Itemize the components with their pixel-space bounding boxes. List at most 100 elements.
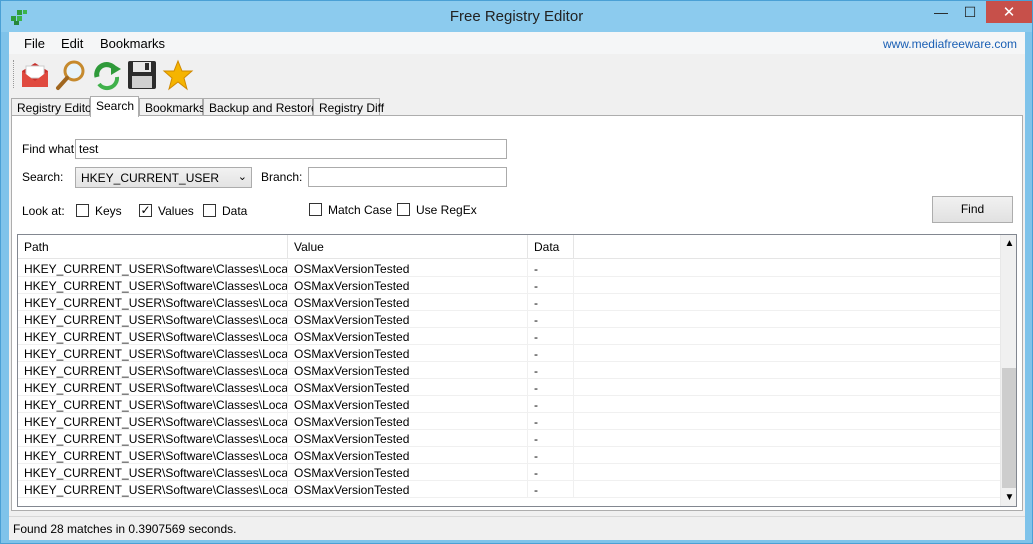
table-row[interactable]: HKEY_CURRENT_USER\Software\Classes\Local… <box>18 464 1000 481</box>
menu-file[interactable]: File <box>24 36 45 51</box>
tab-backup-and-restore[interactable]: Backup and Restore <box>203 98 318 116</box>
cell-data: - <box>528 362 574 379</box>
table-row[interactable]: HKEY_CURRENT_USER\Software\Classes\Local… <box>18 277 1000 294</box>
cell-data: - <box>528 413 574 430</box>
cell-value: OSMaxVersionTested <box>288 260 528 277</box>
minimize-button[interactable]: — <box>926 1 956 23</box>
cell-data: - <box>528 430 574 447</box>
table-row[interactable]: HKEY_CURRENT_USER\Software\Classes\Local… <box>18 311 1000 328</box>
cell-value: OSMaxVersionTested <box>288 413 528 430</box>
cell-path: HKEY_CURRENT_USER\Software\Classes\Local… <box>18 396 288 413</box>
cell-value: OSMaxVersionTested <box>288 481 528 498</box>
table-row[interactable]: HKEY_CURRENT_USER\Software\Classes\Local… <box>18 430 1000 447</box>
search-panel: Find what: test Search: HKEY_CURRENT_USE… <box>11 115 1023 511</box>
cell-path: HKEY_CURRENT_USER\Software\Classes\Local… <box>18 328 288 345</box>
table-row[interactable]: HKEY_CURRENT_USER\Software\Classes\Local… <box>18 328 1000 345</box>
checkmark-icon: ✓ <box>140 203 151 217</box>
tab-search[interactable]: Search <box>90 96 139 117</box>
cell-data: - <box>528 260 574 277</box>
tab-bookmarks[interactable]: Bookmarks <box>139 98 205 116</box>
search-hive-value: HKEY_CURRENT_USER <box>81 171 220 185</box>
branch-input[interactable] <box>308 167 507 187</box>
tab-registry-diff[interactable]: Registry Diff <box>313 98 384 116</box>
table-row[interactable]: HKEY_CURRENT_USER\Software\Classes\Local… <box>18 260 1000 277</box>
cell-value: OSMaxVersionTested <box>288 396 528 413</box>
cell-data: - <box>528 464 574 481</box>
cell-path: HKEY_CURRENT_USER\Software\Classes\Local… <box>18 413 288 430</box>
find-what-input[interactable]: test <box>75 139 507 159</box>
table-row[interactable]: HKEY_CURRENT_USER\Software\Classes\Local… <box>18 481 1000 498</box>
cell-data: - <box>528 345 574 362</box>
table-row[interactable]: HKEY_CURRENT_USER\Software\Classes\Local… <box>18 447 1000 464</box>
table-row[interactable]: HKEY_CURRENT_USER\Software\Classes\Local… <box>18 362 1000 379</box>
cell-data: - <box>528 447 574 464</box>
branch-label: Branch: <box>261 170 303 184</box>
window-title: Free Registry Editor <box>449 8 584 25</box>
cell-value: OSMaxVersionTested <box>288 464 528 481</box>
toolbar-grip <box>13 60 15 88</box>
values-checkbox[interactable]: ✓ <box>139 204 152 217</box>
menu-edit[interactable]: Edit <box>61 36 83 51</box>
column-header-path[interactable]: Path <box>18 235 288 259</box>
status-bar: Found 28 matches in 0.3907569 seconds. <box>9 516 1025 540</box>
cell-path: HKEY_CURRENT_USER\Software\Classes\Local… <box>18 430 288 447</box>
find-button[interactable]: Find <box>932 196 1013 223</box>
maximize-button[interactable]: ☐ <box>956 1 984 23</box>
table-row[interactable]: HKEY_CURRENT_USER\Software\Classes\Local… <box>18 413 1000 430</box>
cell-data: - <box>528 277 574 294</box>
star-icon[interactable] <box>162 59 194 91</box>
website-link[interactable]: www.mediafreeware.com <box>883 37 1017 51</box>
cell-data: - <box>528 481 574 498</box>
title-bar[interactable]: Free Registry Editor — ☐ ✕ <box>1 1 1032 32</box>
menu-bookmarks[interactable]: Bookmarks <box>100 36 165 51</box>
cell-value: OSMaxVersionTested <box>288 345 528 362</box>
match-case-checkbox[interactable] <box>309 203 322 216</box>
use-regex-label: Use RegEx <box>416 203 477 217</box>
table-row[interactable]: HKEY_CURRENT_USER\Software\Classes\Local… <box>18 294 1000 311</box>
scroll-up-icon[interactable]: ▲ <box>1001 235 1016 252</box>
look-at-label: Look at: <box>22 204 65 218</box>
status-text: Found 28 matches in 0.3907569 seconds. <box>13 522 237 536</box>
client-area: File Edit Bookmarks www.mediafreeware.co… <box>9 32 1025 540</box>
refresh-icon[interactable] <box>91 59 123 91</box>
match-case-label: Match Case <box>328 203 393 217</box>
scroll-thumb[interactable] <box>1002 368 1016 488</box>
cell-data: - <box>528 396 574 413</box>
search-hive-select[interactable]: HKEY_CURRENT_USER ⌄ <box>75 167 252 188</box>
cell-path: HKEY_CURRENT_USER\Software\Classes\Local… <box>18 481 288 498</box>
results-header: Path Value Data <box>18 235 1000 259</box>
toolbar <box>9 54 1025 94</box>
cell-value: OSMaxVersionTested <box>288 294 528 311</box>
cell-value: OSMaxVersionTested <box>288 277 528 294</box>
cell-path: HKEY_CURRENT_USER\Software\Classes\Local… <box>18 464 288 481</box>
app-window: Free Registry Editor — ☐ ✕ File Edit Boo… <box>0 0 1033 544</box>
search-icon[interactable] <box>55 59 87 91</box>
cell-value: OSMaxVersionTested <box>288 311 528 328</box>
cell-value: OSMaxVersionTested <box>288 447 528 464</box>
cell-value: OSMaxVersionTested <box>288 430 528 447</box>
table-row[interactable]: HKEY_CURRENT_USER\Software\Classes\Local… <box>18 345 1000 362</box>
table-row[interactable]: HKEY_CURRENT_USER\Software\Classes\Local… <box>18 379 1000 396</box>
values-checkbox-label: Values <box>158 204 194 218</box>
use-regex-checkbox[interactable] <box>397 203 410 216</box>
chevron-down-icon: ⌄ <box>237 171 247 183</box>
keys-checkbox[interactable] <box>76 204 89 217</box>
mail-icon[interactable] <box>19 59 51 91</box>
data-checkbox[interactable] <box>203 204 216 217</box>
keys-checkbox-label: Keys <box>95 204 122 218</box>
close-button[interactable]: ✕ <box>986 1 1032 23</box>
find-what-label: Find what: <box>22 142 78 156</box>
column-header-value[interactable]: Value <box>288 235 528 259</box>
results-list[interactable]: Path Value Data HKEY_CURRENT_USER\Softwa… <box>17 234 1017 507</box>
cell-path: HKEY_CURRENT_USER\Software\Classes\Local… <box>18 345 288 362</box>
column-header-data[interactable]: Data <box>528 235 574 259</box>
menu-bar: File Edit Bookmarks www.mediafreeware.co… <box>9 32 1025 54</box>
tab-registry-editor[interactable]: Registry Editor <box>11 98 96 116</box>
cell-value: OSMaxVersionTested <box>288 362 528 379</box>
results-scrollbar[interactable]: ▲ ▼ <box>1000 235 1016 506</box>
search-label: Search: <box>22 170 64 184</box>
cell-value: OSMaxVersionTested <box>288 328 528 345</box>
scroll-down-icon[interactable]: ▼ <box>1001 489 1016 506</box>
save-icon[interactable] <box>126 59 158 91</box>
table-row[interactable]: HKEY_CURRENT_USER\Software\Classes\Local… <box>18 396 1000 413</box>
